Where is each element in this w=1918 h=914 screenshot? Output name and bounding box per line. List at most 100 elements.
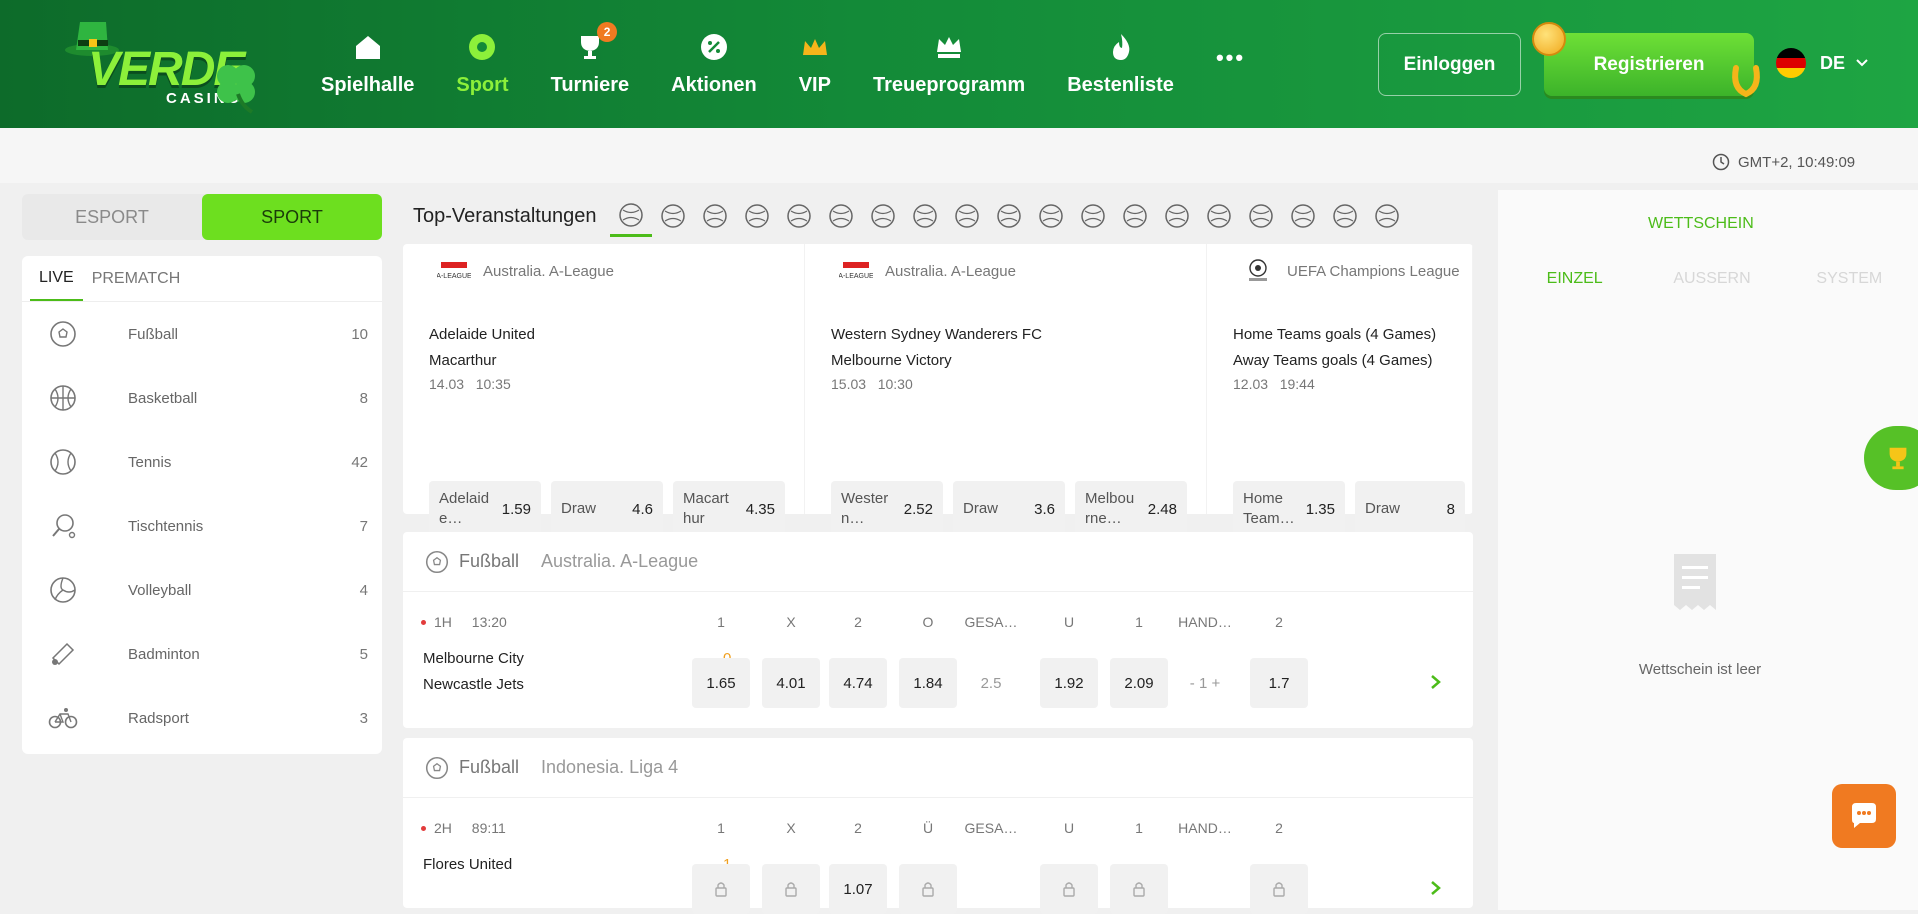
sport-filter-shuttlecock-icon[interactable] bbox=[1030, 195, 1072, 237]
match-header: Fußball Australia. A-League bbox=[403, 532, 1473, 592]
sport-filter-darts-icon[interactable] bbox=[1324, 195, 1366, 237]
sport-tab[interactable]: SPORT bbox=[202, 194, 382, 240]
sport-filter-volleyball-icon[interactable] bbox=[820, 195, 862, 237]
login-button[interactable]: Einloggen bbox=[1378, 33, 1521, 96]
verde-casino-logo[interactable]: VERDE CASINO bbox=[58, 18, 268, 114]
darts-icon bbox=[1333, 204, 1358, 228]
odd-button[interactable]: Draw 3.6 bbox=[953, 481, 1065, 537]
sport-filter-glove-icon[interactable] bbox=[1114, 195, 1156, 237]
sidebar-item-radsport[interactable]: Radsport 3 bbox=[22, 686, 382, 750]
nav-bestenliste[interactable]: Bestenliste bbox=[1046, 0, 1195, 128]
sport-filter-tennis-ball-icon[interactable] bbox=[694, 195, 736, 237]
chevron-right-icon[interactable] bbox=[1428, 671, 1444, 693]
nav-spielhalle[interactable]: Spielhalle bbox=[300, 0, 435, 128]
nav-treueprogramm[interactable]: Treueprogramm bbox=[852, 0, 1046, 128]
sport-count: 42 bbox=[351, 453, 368, 471]
live-chat-button[interactable] bbox=[1832, 784, 1896, 848]
bicycle-icon bbox=[1207, 204, 1232, 228]
sidebar-item-basketball[interactable]: Basketball 8 bbox=[22, 366, 382, 430]
sport-filter-water-polo-icon[interactable] bbox=[904, 195, 946, 237]
sport-filter-hockey-icon[interactable] bbox=[946, 195, 988, 237]
language-selector[interactable]: DE bbox=[1776, 48, 1869, 78]
odd-button[interactable]: Draw 4.6 bbox=[551, 481, 663, 537]
sport-name: Volleyball bbox=[128, 581, 192, 599]
sport-filter-wheel-icon[interactable] bbox=[1072, 195, 1114, 237]
odds-button[interactable]: 1.65 bbox=[692, 658, 750, 708]
language-code: DE bbox=[1820, 52, 1846, 73]
crown-icon bbox=[802, 38, 827, 55]
odd-button[interactable]: Adelaid e… 1.59 bbox=[429, 481, 541, 537]
loyalty-crown-icon bbox=[937, 36, 962, 58]
register-button[interactable]: Registrieren bbox=[1544, 33, 1754, 96]
match-league: Australia. A-League bbox=[541, 551, 699, 571]
football-icon bbox=[425, 756, 449, 779]
tab-system[interactable]: SYSTEM bbox=[1781, 258, 1918, 300]
tab-prematch[interactable]: PREMATCH bbox=[83, 256, 190, 301]
baseball-icon bbox=[787, 204, 812, 228]
market-column-header: O bbox=[922, 614, 934, 630]
nav-turniere[interactable]: 2 Turniere bbox=[530, 0, 651, 128]
odds-button[interactable]: 1.84 bbox=[899, 658, 957, 708]
lock-icon bbox=[785, 882, 797, 897]
sport-filter-handball-icon[interactable] bbox=[862, 195, 904, 237]
odds-button[interactable]: 4.74 bbox=[829, 658, 887, 708]
odds-button[interactable]: 4.01 bbox=[762, 658, 820, 708]
sport-filter-baseball-icon[interactable] bbox=[778, 195, 820, 237]
esport-tab[interactable]: ESPORT bbox=[22, 194, 202, 240]
market-column-header: 2 bbox=[854, 614, 862, 630]
odd-button[interactable]: Draw 8 bbox=[1355, 481, 1465, 537]
odd-value: 1.59 bbox=[501, 500, 531, 518]
sport-filter-rugby-icon[interactable] bbox=[1366, 195, 1408, 237]
volleyball-icon bbox=[829, 204, 854, 228]
odd-button[interactable]: Wester n… 2.52 bbox=[831, 481, 943, 537]
percent-badge-icon bbox=[700, 33, 727, 60]
tennis-ball-icon bbox=[50, 449, 76, 475]
match-teams[interactable]: Melbourne City Newcastle Jets bbox=[423, 646, 524, 698]
betslip-empty-text: Wettschein ist leer bbox=[1638, 661, 1762, 678]
horseshoe-icon bbox=[1732, 65, 1760, 98]
sport-count: 7 bbox=[359, 517, 368, 535]
sidebar-item-tischtennis[interactable]: Tischtennis 7 bbox=[22, 494, 382, 558]
match-teams[interactable]: Flores United bbox=[423, 852, 512, 878]
sport-name: Badminton bbox=[128, 645, 200, 663]
odd-button[interactable]: Home Team… 1.35 bbox=[1233, 481, 1345, 537]
nav-more-button[interactable]: ••• bbox=[1195, 0, 1266, 128]
odd-label: Wester n… bbox=[841, 490, 889, 527]
live-match-block: Fußball Australia. A-League 1H 13:20 1 X 2… bbox=[403, 532, 1473, 728]
lock-icon bbox=[715, 882, 727, 897]
sport-filter-table-tennis-icon[interactable] bbox=[736, 195, 778, 237]
sport-filter-field-icon[interactable] bbox=[1282, 195, 1324, 237]
sidebar-item-fussball[interactable]: Fußball 10 bbox=[22, 302, 382, 366]
bicycle-icon bbox=[48, 708, 78, 729]
sidebar-item-volleyball[interactable]: Volleyball 4 bbox=[22, 558, 382, 622]
nav-vip[interactable]: VIP bbox=[778, 0, 852, 128]
odd-label: Melbou rne… bbox=[1085, 490, 1135, 527]
sport-filter-basketball-icon[interactable] bbox=[652, 195, 694, 237]
sidebar-item-tennis[interactable]: Tennis 42 bbox=[22, 430, 382, 494]
sport-filter-bicycle-icon[interactable] bbox=[1198, 195, 1240, 237]
nav-aktionen[interactable]: Aktionen bbox=[650, 0, 778, 128]
sport-filter-trophy-icon[interactable] bbox=[1240, 195, 1282, 237]
nav-sport[interactable]: Sport bbox=[435, 0, 529, 128]
match-sport: Fußball bbox=[459, 551, 520, 571]
odds-button[interactable]: 1.7 bbox=[1250, 658, 1308, 708]
odd-label: Home Team… bbox=[1243, 490, 1295, 527]
sport-filter-football-icon[interactable] bbox=[610, 195, 653, 237]
tab-einzel[interactable]: EINZEL bbox=[1506, 258, 1643, 300]
chevron-right-icon[interactable] bbox=[1428, 877, 1444, 899]
sidebar-item-badminton[interactable]: Badminton 5 bbox=[22, 622, 382, 686]
nav-label: Aktionen bbox=[671, 73, 757, 96]
sport-filter-boxing-glove-icon[interactable] bbox=[988, 195, 1030, 237]
main-nav: Spielhalle Sport 2 Turniere Aktionen VIP… bbox=[300, 0, 1266, 128]
odds-button[interactable]: 2.09 bbox=[1110, 658, 1168, 708]
tab-aussern[interactable]: AUSSERN bbox=[1643, 258, 1780, 300]
tab-live[interactable]: LIVE bbox=[30, 256, 83, 301]
odd-button[interactable]: Macart hur 4.35 bbox=[673, 481, 785, 537]
odds-button[interactable]: 1.92 bbox=[1040, 658, 1098, 708]
sport-filter-american-football-icon[interactable] bbox=[1156, 195, 1198, 237]
lock-icon bbox=[922, 882, 934, 897]
handball-icon bbox=[871, 204, 896, 228]
period: 2H bbox=[434, 820, 452, 836]
odd-button[interactable]: Melbou rne… 2.48 bbox=[1075, 481, 1187, 537]
basketball-icon bbox=[50, 385, 76, 411]
